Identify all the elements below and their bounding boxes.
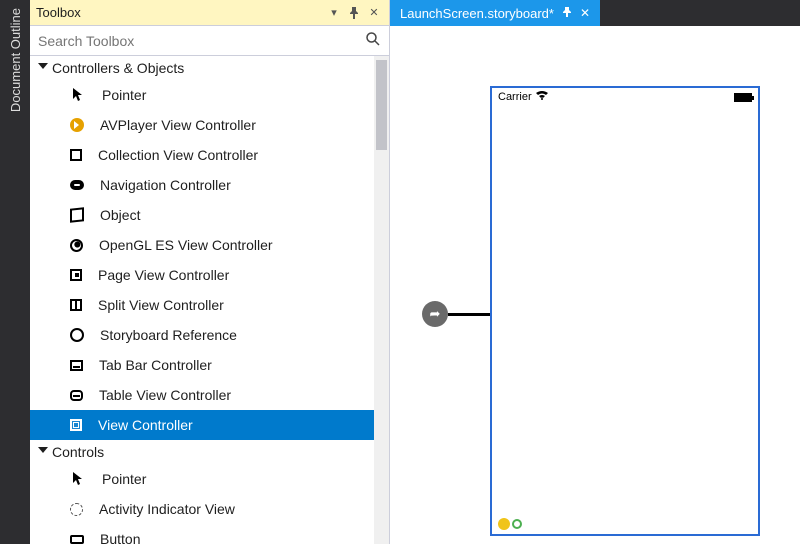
toolbox-item-label: Tab Bar Controller [99, 357, 212, 373]
toolbox-item[interactable]: Navigation Controller [30, 170, 374, 200]
carrier-label: Carrier [498, 91, 532, 103]
toolbox-item-label: Pointer [102, 87, 146, 103]
toolbox-item-label: Activity Indicator View [99, 501, 235, 517]
toolbox-panel: Toolbox ▾ ✕ Controllers & Objects Pointer… [30, 0, 390, 544]
close-icon[interactable]: ✕ [365, 4, 383, 22]
dashed-icon [70, 503, 83, 516]
panel-options-icon[interactable]: ▾ [325, 4, 343, 22]
view-icon [70, 419, 82, 431]
toolbox-item-label: Table View Controller [99, 387, 231, 403]
tab-label: LaunchScreen.storyboard* [400, 6, 554, 21]
toolbox-group[interactable]: Controllers & Objects [30, 56, 374, 80]
scrollbar-thumb[interactable] [376, 60, 387, 150]
chevron-down-icon [38, 447, 48, 453]
toolbox-item-label: View Controller [98, 417, 193, 433]
tab-launchscreen[interactable]: LaunchScreen.storyboard* ✕ [390, 0, 600, 26]
gl-icon [70, 239, 83, 252]
tab-close-icon[interactable]: ✕ [580, 6, 590, 20]
pin-icon[interactable] [345, 4, 363, 22]
view-controller-scene[interactable]: Carrier [490, 86, 760, 536]
document-tabs: LaunchScreen.storyboard* ✕ [390, 0, 800, 26]
pointer-icon [70, 87, 86, 103]
storyboard-designer: LaunchScreen.storyboard* ✕ ➦ Carrier [390, 0, 800, 544]
split-icon [70, 299, 82, 311]
toolbox-item[interactable]: OpenGL ES View Controller [30, 230, 374, 260]
toolbox-item[interactable]: Tab Bar Controller [30, 350, 374, 380]
cube-icon [70, 208, 84, 222]
toolbox-item[interactable]: Object [30, 200, 374, 230]
document-outline-vertical-tab[interactable]: Document Outline [0, 0, 30, 544]
battery-icon [734, 93, 752, 102]
page-icon [70, 269, 82, 281]
toolbox-item-label: Collection View Controller [98, 147, 258, 163]
grid-icon [70, 149, 82, 161]
toolbox-item[interactable]: Button [30, 524, 374, 544]
toolbox-item-label: Navigation Controller [100, 177, 231, 193]
pointer-icon [70, 471, 86, 487]
tab-pin-icon[interactable] [562, 7, 572, 20]
toolbox-item-label: Split View Controller [98, 297, 224, 313]
circle-icon [70, 328, 84, 342]
search-icon[interactable] [365, 31, 381, 50]
entry-point-icon: ➦ [422, 301, 448, 327]
scene-footer-icons [498, 518, 522, 530]
button-icon [70, 535, 84, 544]
toolbox-tree: Controllers & Objects Pointer AVPlayer Vie… [30, 56, 389, 544]
toolbox-item[interactable]: Pointer [30, 80, 374, 110]
chevron-down-icon [38, 63, 48, 69]
status-bar: Carrier [492, 88, 758, 106]
toolbox-item[interactable]: View Controller [30, 410, 374, 440]
toolbox-item-label: AVPlayer View Controller [100, 117, 256, 133]
toolbox-item[interactable]: Split View Controller [30, 290, 374, 320]
toolbox-item-label: Page View Controller [98, 267, 229, 283]
wifi-icon [536, 91, 548, 103]
toolbox-item-label: Object [100, 207, 140, 223]
toolbox-title-text: Toolbox [36, 5, 81, 20]
toolbox-item-label: Pointer [102, 471, 146, 487]
search-input[interactable] [38, 33, 365, 49]
toolbox-item[interactable]: AVPlayer View Controller [30, 110, 374, 140]
toolbox-group[interactable]: Controls [30, 440, 374, 464]
group-label: Controls [52, 444, 104, 460]
toolbox-item[interactable]: Page View Controller [30, 260, 374, 290]
toolbox-search[interactable] [30, 26, 389, 56]
table-icon [70, 390, 83, 401]
first-responder-icon[interactable] [498, 518, 510, 530]
scrollbar[interactable] [374, 56, 389, 544]
toolbox-titlebar[interactable]: Toolbox ▾ ✕ [30, 0, 389, 26]
exit-icon[interactable] [512, 519, 522, 529]
design-canvas[interactable]: ➦ Carrier [390, 26, 800, 544]
bar-icon [70, 180, 84, 190]
tab-icon [70, 360, 83, 371]
toolbox-item[interactable]: Pointer [30, 464, 374, 494]
document-outline-label: Document Outline [4, 0, 27, 120]
toolbox-item-label: Storyboard Reference [100, 327, 237, 343]
av-icon [70, 118, 84, 132]
toolbox-item-label: Button [100, 531, 140, 544]
group-label: Controllers & Objects [52, 60, 184, 76]
toolbox-item[interactable]: Collection View Controller [30, 140, 374, 170]
toolbox-item[interactable]: Storyboard Reference [30, 320, 374, 350]
toolbox-item[interactable]: Activity Indicator View [30, 494, 374, 524]
toolbox-item-label: OpenGL ES View Controller [99, 237, 273, 253]
toolbox-item[interactable]: Table View Controller [30, 380, 374, 410]
